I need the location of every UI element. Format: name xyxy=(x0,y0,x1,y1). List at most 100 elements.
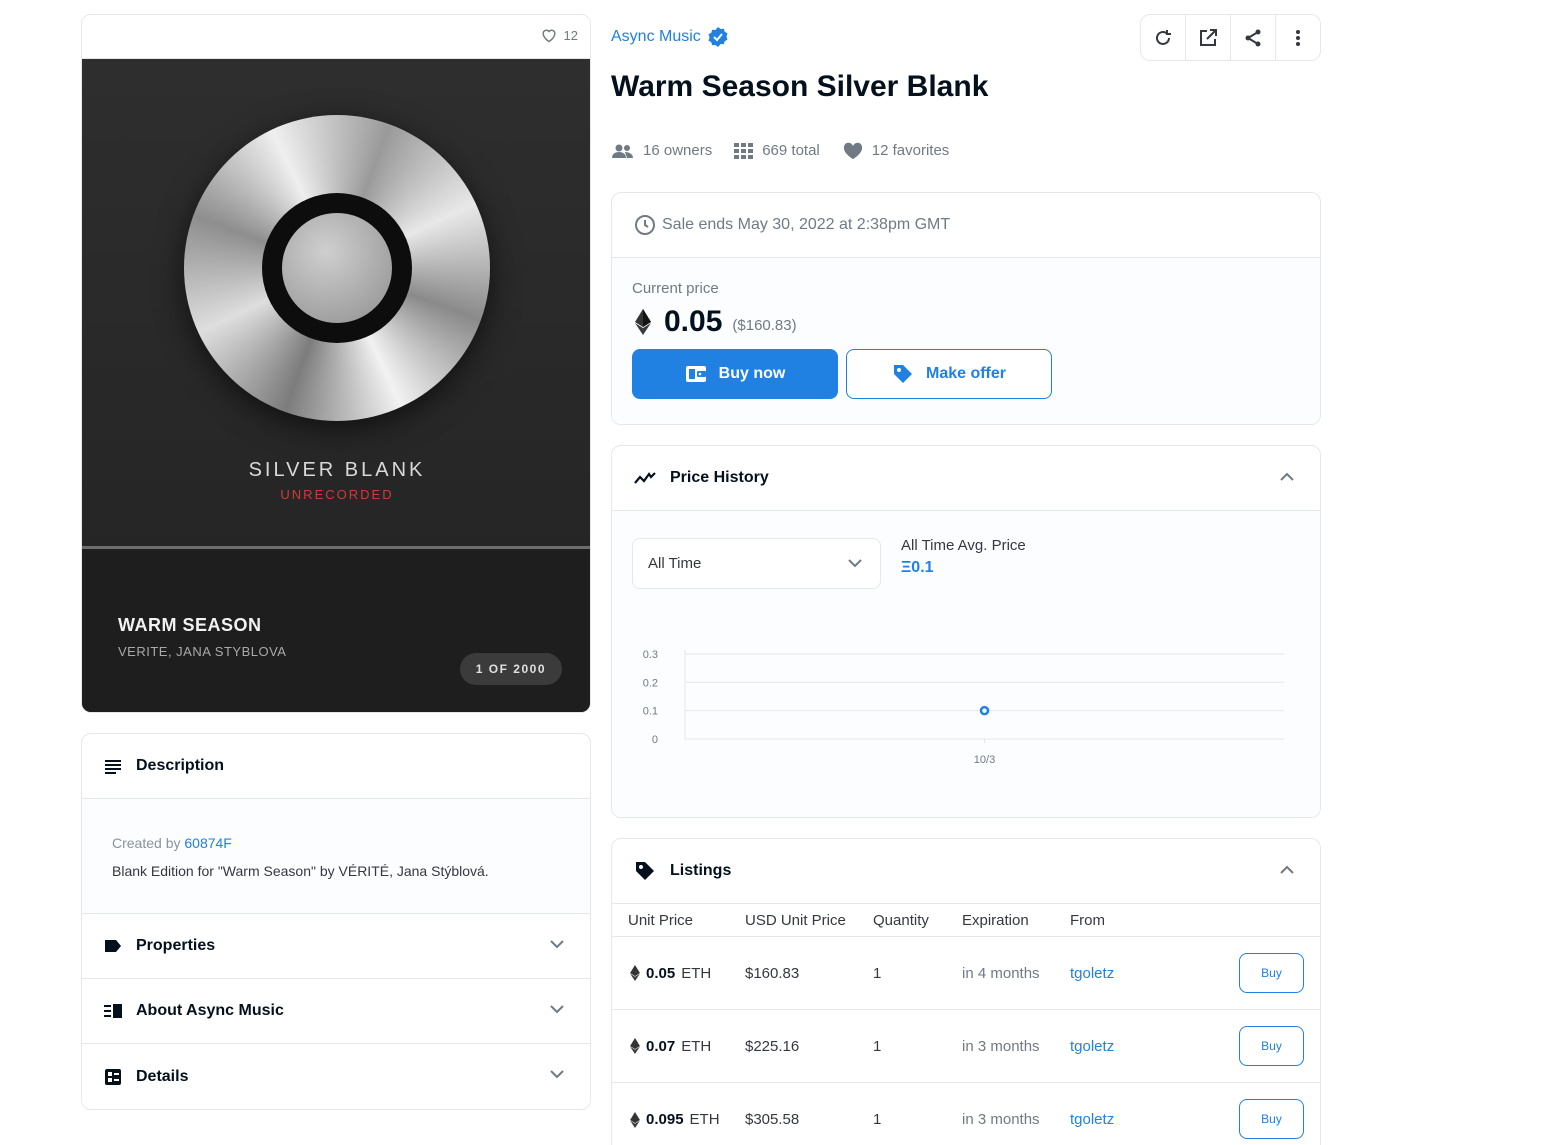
details-section[interactable]: Details xyxy=(82,1044,590,1109)
collection-link[interactable]: Async Music xyxy=(611,26,729,48)
table-row: 0.095 ETH $305.58 1 in 3 months tgoletz B… xyxy=(612,1083,1320,1145)
make-offer-label: Make offer xyxy=(925,365,1007,382)
creator-link[interactable]: 60874F xyxy=(184,835,231,851)
seller-link[interactable]: tgoletz xyxy=(1070,1083,1114,1145)
owners-stat[interactable]: 16 owners xyxy=(611,141,712,160)
price-panel: Sale ends May 30, 2022 at 2:38pm GMT Cur… xyxy=(611,192,1321,425)
buy-listing-button[interactable]: Buy xyxy=(1239,953,1304,993)
x-tick-label: 10/3 xyxy=(974,754,995,766)
seller-link[interactable]: tgoletz xyxy=(1070,937,1114,1009)
description-header[interactable]: Description xyxy=(82,734,590,799)
eth-icon xyxy=(635,309,651,335)
artwork-artists: VERITE, JANA STYBLOVA xyxy=(118,644,287,659)
refresh-button[interactable] xyxy=(1141,15,1186,60)
make-offer-button[interactable]: Make offer xyxy=(846,349,1052,399)
about-heading: About Async Music xyxy=(136,1002,284,1019)
listings-panel: Listings Unit Price USD Unit Price Quant… xyxy=(611,838,1321,1145)
description-heading: Description xyxy=(136,757,225,774)
price-history-body: All Time All Time Avg. Price Ξ0.1 0.3 0.2… xyxy=(612,511,1320,817)
description-body: Created by 60874F Blank Edition for "War… xyxy=(82,799,590,914)
heart-icon xyxy=(843,142,862,160)
tag-icon xyxy=(893,365,912,383)
description-text: Blank Edition for "Warm Season" by VÉRIT… xyxy=(112,863,489,879)
expiration: in 3 months xyxy=(962,1037,1040,1055)
table-row: 0.07 ETH $225.16 1 in 3 months tgoletz Bu… xyxy=(612,1010,1320,1083)
edition-badge: 1 OF 2000 xyxy=(459,653,562,685)
current-price-label: Current price xyxy=(632,280,719,297)
nft-artwork[interactable]: SILVER BLANK UNRECORDED WARM SEASON VERI… xyxy=(82,59,590,712)
current-price-usd: ($160.83) xyxy=(732,316,797,334)
sale-end-row: Sale ends May 30, 2022 at 2:38pm GMT xyxy=(612,193,1320,258)
tag-icon xyxy=(636,862,654,880)
seller-link[interactable]: tgoletz xyxy=(1070,1010,1114,1082)
buy-listing-button[interactable]: Buy xyxy=(1239,1099,1304,1139)
usd-price: $160.83 xyxy=(745,964,800,982)
time-range-value: All Time xyxy=(648,555,702,572)
properties-section[interactable]: Properties xyxy=(82,914,590,979)
time-range-select[interactable]: All Time xyxy=(632,538,881,589)
item-toolbar xyxy=(1140,14,1321,61)
chevron-up-icon xyxy=(1280,861,1294,877)
y-tick-label: 0 xyxy=(652,734,658,746)
description-panel: Description Created by 60874F Blank Edit… xyxy=(81,733,591,1110)
more-vertical-icon xyxy=(1296,29,1300,46)
data-point xyxy=(979,705,990,716)
description-icon xyxy=(105,760,121,774)
column-header: From xyxy=(1070,911,1105,929)
y-tick-label: 0.3 xyxy=(643,649,658,661)
artwork-title: SILVER BLANK xyxy=(248,459,426,481)
collection-name: Async Music xyxy=(611,28,701,45)
current-price: 0.05 xyxy=(664,305,723,338)
price-history-heading: Price History xyxy=(670,469,769,486)
buy-now-label: Buy now xyxy=(718,365,786,382)
page-title: Warm Season Silver Blank xyxy=(611,70,989,103)
column-header: Expiration xyxy=(962,911,1029,929)
favorite-button[interactable]: 12 xyxy=(540,27,578,43)
buy-now-button[interactable]: Buy now xyxy=(632,349,838,399)
chevron-down-icon xyxy=(550,1001,564,1017)
total-stat: 669 total xyxy=(734,141,820,160)
owners-count: 16 owners xyxy=(643,142,713,159)
quantity: 1 xyxy=(873,1037,882,1055)
buy-listing-button[interactable]: Buy xyxy=(1239,1026,1304,1066)
eth-icon xyxy=(630,965,640,981)
usd-price: $305.58 xyxy=(745,1111,800,1128)
properties-heading: Properties xyxy=(136,937,216,954)
people-icon xyxy=(612,144,633,158)
price-history-panel: Price History All Time All Time Avg. Pri… xyxy=(611,445,1321,818)
more-options-button[interactable] xyxy=(1276,15,1320,60)
heart-outline-icon xyxy=(541,29,556,43)
usd-price: $225.16 xyxy=(745,1037,800,1055)
table-row: 0.05 ETH $160.83 1 in 4 months tgoletz Bu… xyxy=(612,937,1320,1010)
external-link-icon xyxy=(1200,28,1217,46)
chevron-down-icon xyxy=(848,555,862,572)
chevron-down-icon xyxy=(550,1066,564,1082)
verified-badge-icon xyxy=(708,27,728,47)
media-toolbar: 12 xyxy=(82,15,590,59)
expiration: in 4 months xyxy=(962,964,1040,982)
price-history-header[interactable]: Price History xyxy=(612,446,1320,511)
chevron-down-icon xyxy=(550,936,564,952)
refresh-icon xyxy=(1156,29,1171,45)
favorites-stat: 12 favorites xyxy=(842,141,949,160)
chevron-up-icon xyxy=(1280,468,1294,484)
tag-icon xyxy=(105,940,121,952)
listings-table-header: Unit Price USD Unit Price Quantity Expir… xyxy=(612,904,1320,937)
unit-price: 0.07 ETH xyxy=(630,1010,711,1082)
grid-icon xyxy=(734,142,754,159)
item-stats: 16 owners 669 total 12 favorites xyxy=(611,141,949,160)
column-header: Unit Price xyxy=(628,911,694,929)
open-external-button[interactable] xyxy=(1186,15,1231,60)
wallet-icon xyxy=(685,366,706,382)
unit-price: 0.095 ETH xyxy=(630,1083,720,1145)
column-header: Quantity xyxy=(873,911,929,929)
trending-icon xyxy=(634,472,656,484)
share-button[interactable] xyxy=(1231,15,1276,60)
avg-price-label: All Time Avg. Price xyxy=(901,537,1026,554)
price-body: Current price 0.05 ($160.83) Buy now Mak… xyxy=(612,258,1320,424)
eth-icon xyxy=(630,1038,640,1054)
about-section[interactable]: About Async Music xyxy=(82,979,590,1044)
listings-header[interactable]: Listings xyxy=(612,839,1320,904)
unit-price: 0.05 ETH xyxy=(630,937,711,1009)
y-tick-label: 0.2 xyxy=(643,677,658,689)
